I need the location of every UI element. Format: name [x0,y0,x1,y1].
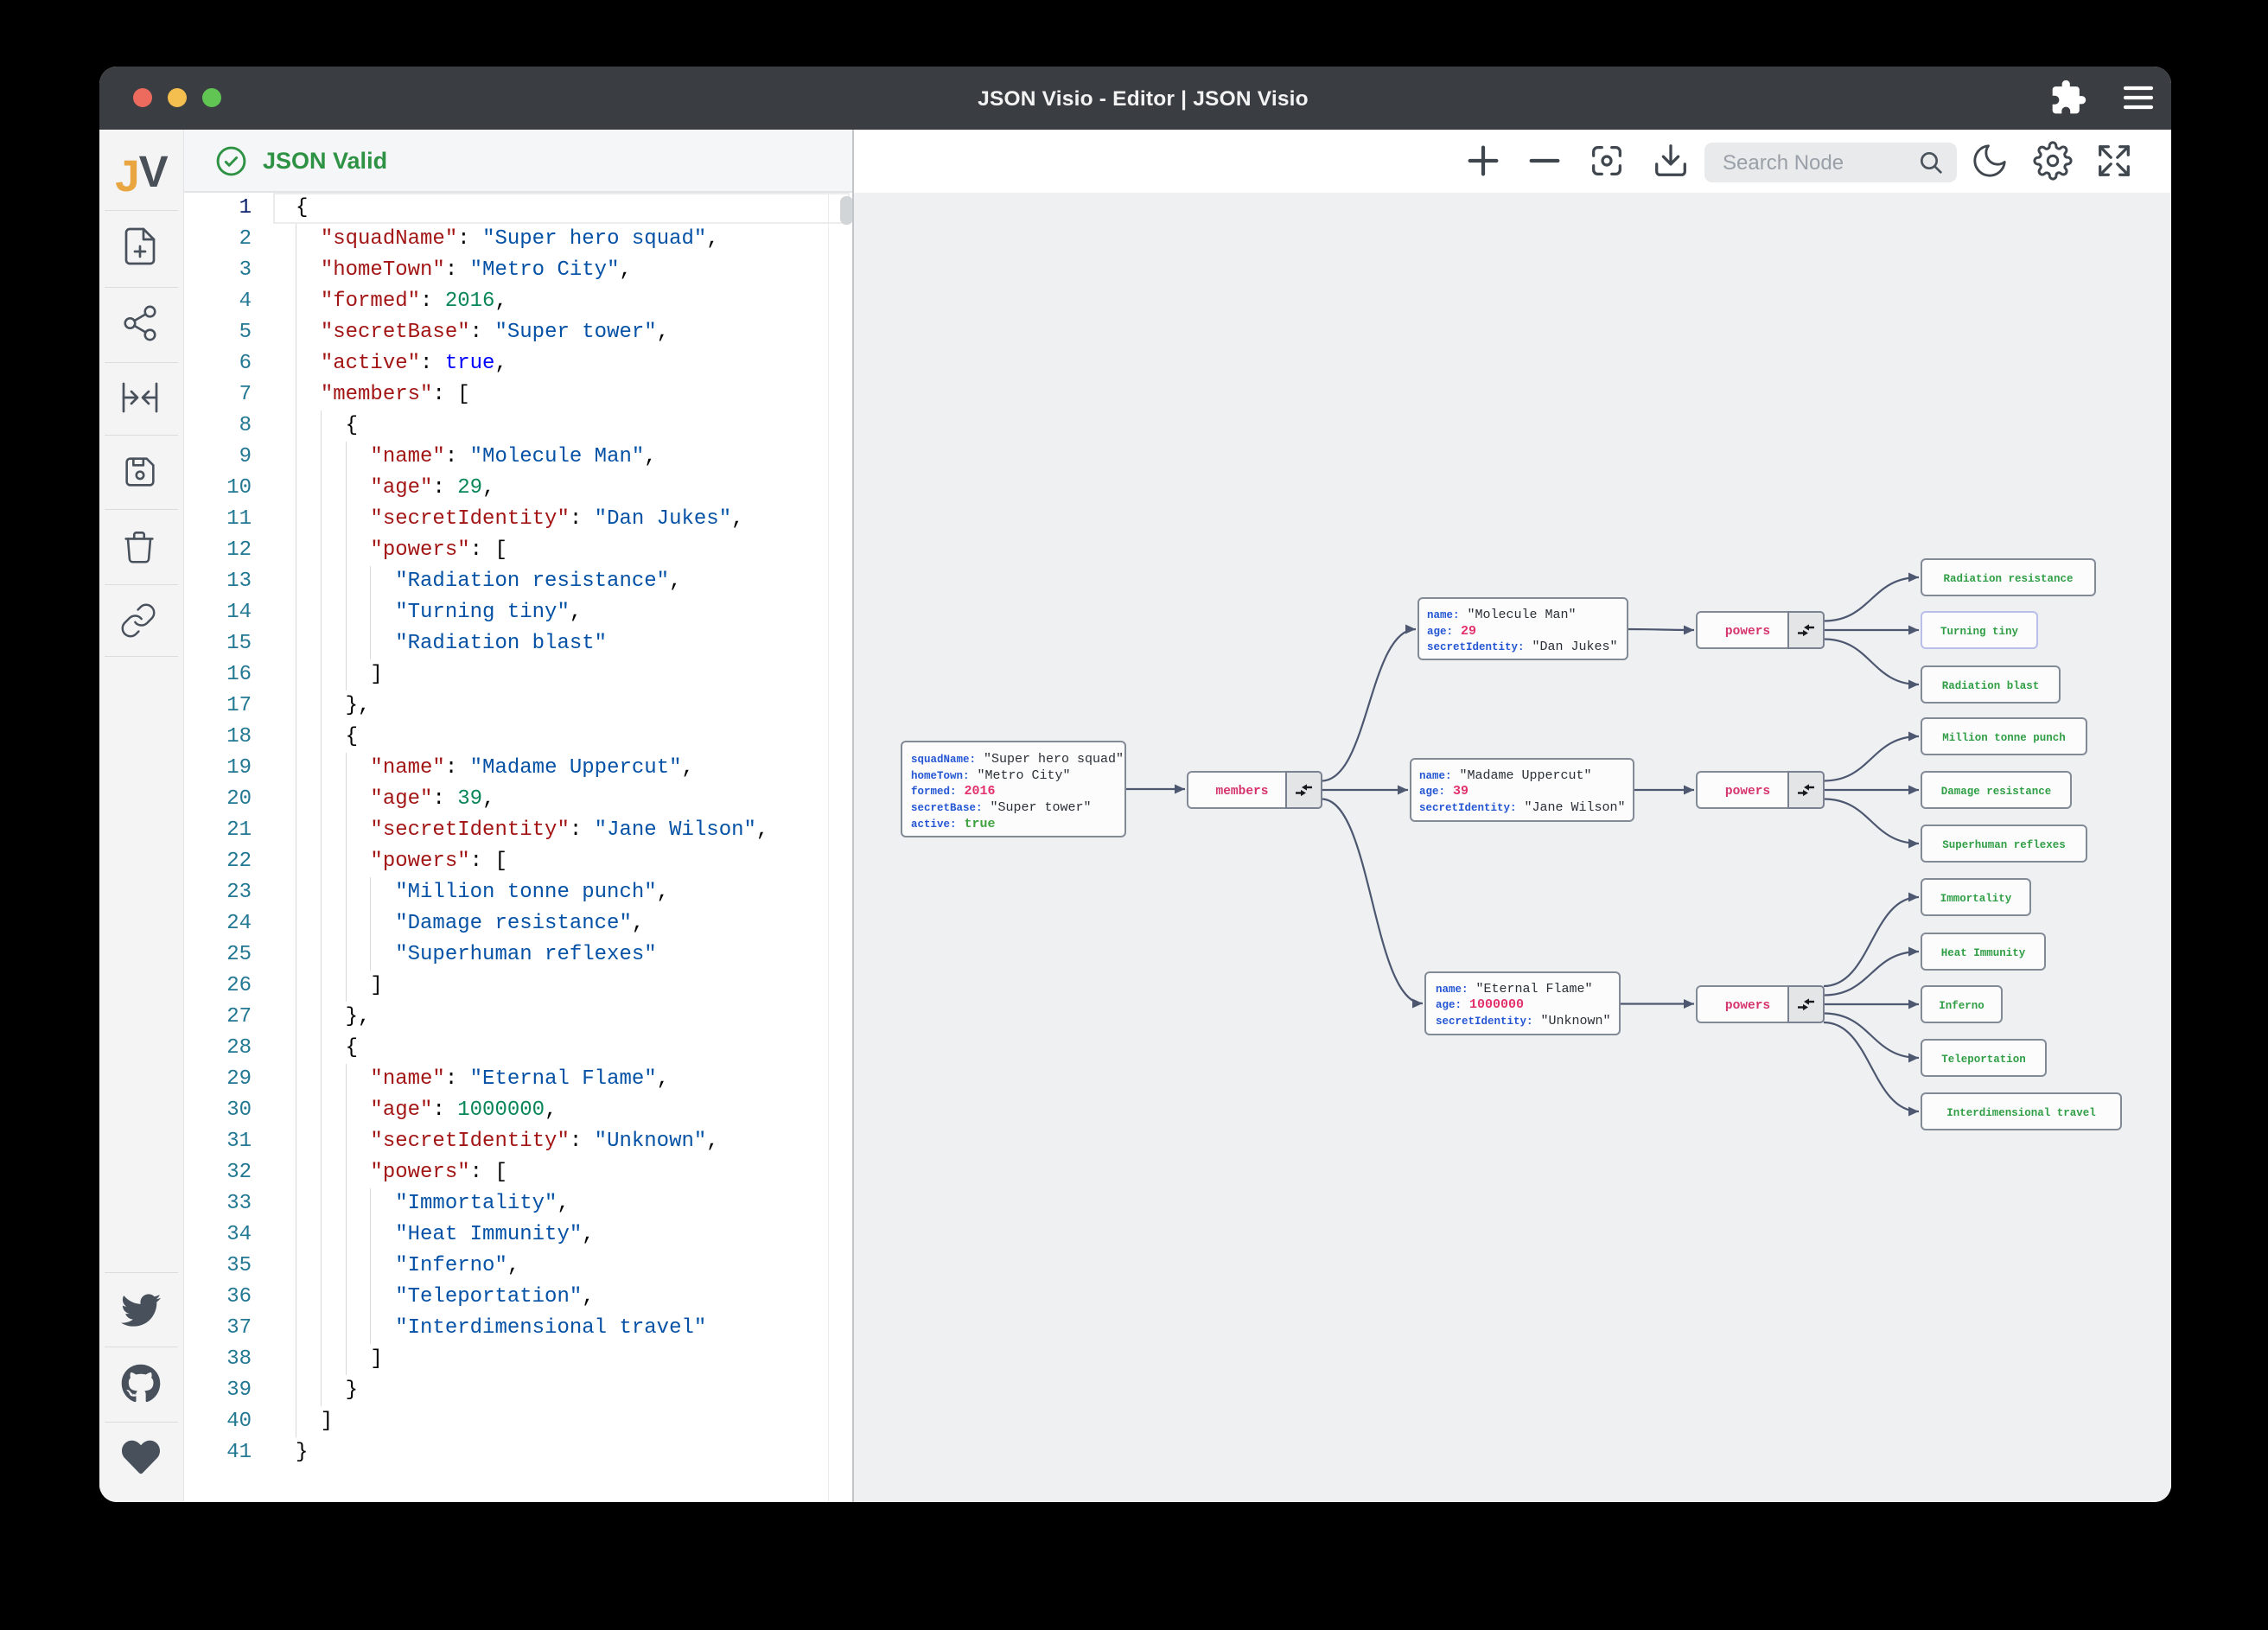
svg-text:Teleportation: Teleportation [1941,1054,2026,1066]
svg-text:Turning tiny: Turning tiny [1940,626,2019,638]
svg-text:Million tonne punch: Million tonne punch [1942,732,2066,744]
svg-text:active: true: active: true [911,817,996,831]
svg-text:Immortality: Immortality [1940,893,2012,905]
svg-text:powers: powers [1725,999,1770,1013]
svg-text:name: "Eternal Flame": name: "Eternal Flame" [1436,982,1593,996]
svg-text:secretIdentity: "Unknown": secretIdentity: "Unknown" [1436,1014,1611,1028]
svg-text:powers: powers [1725,785,1770,799]
svg-text:age: 29: age: 29 [1427,624,1476,639]
svg-text:homeTown: "Metro City": homeTown: "Metro City" [911,768,1071,783]
svg-text:name: "Molecule Man": name: "Molecule Man" [1427,608,1577,622]
svg-text:Inferno: Inferno [1939,1000,1984,1012]
svg-text:Radiation blast: Radiation blast [1942,680,2040,692]
svg-text:formed: 2016: formed: 2016 [911,784,996,799]
svg-text:secretIdentity: "Jane Wilson": secretIdentity: "Jane Wilson" [1419,800,1626,815]
svg-text:Radiation resistance: Radiation resistance [1943,573,2073,585]
svg-text:age: 39: age: 39 [1419,784,1468,799]
svg-text:name: "Madame Uppercut": name: "Madame Uppercut" [1419,768,1592,783]
svg-text:powers: powers [1725,625,1770,639]
svg-text:Superhuman reflexes: Superhuman reflexes [1942,839,2066,851]
svg-text:secretBase: "Super tower": secretBase: "Super tower" [911,800,1092,815]
svg-text:Interdimensional travel: Interdimensional travel [1946,1107,2096,1119]
svg-text:squadName: "Super hero squad": squadName: "Super hero squad" [911,752,1124,767]
svg-text:members: members [1216,785,1269,799]
svg-text:Heat Immunity: Heat Immunity [1941,947,2026,959]
svg-text:Damage resistance: Damage resistance [1941,786,2052,798]
svg-text:secretIdentity: "Dan Jukes": secretIdentity: "Dan Jukes" [1427,640,1618,654]
svg-text:age: 1000000: age: 1000000 [1436,997,1524,1012]
